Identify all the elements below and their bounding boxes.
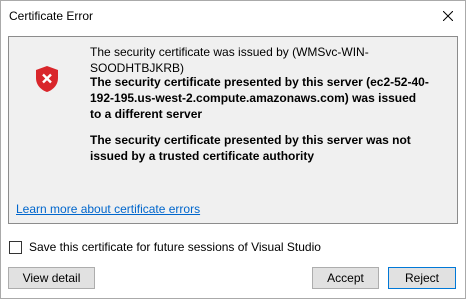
close-icon	[443, 11, 453, 21]
save-certificate-option[interactable]: Save this certificate for future session…	[9, 240, 321, 254]
message-panel: The security certificate was issued by (…	[8, 36, 458, 224]
accept-button[interactable]: Accept	[312, 267, 379, 289]
save-certificate-checkbox[interactable]	[9, 240, 22, 254]
window-title: Certificate Error	[9, 9, 94, 23]
save-certificate-label[interactable]: Save this certificate for future session…	[29, 240, 321, 254]
title-bar: Certificate Error	[1, 1, 465, 31]
view-detail-button[interactable]: View detail	[8, 267, 95, 289]
reject-button[interactable]: Reject	[388, 267, 456, 289]
untrusted-authority-warning: The security certificate presented by th…	[90, 133, 411, 163]
server-mismatch-warning: The security certificate presented by th…	[90, 75, 429, 121]
shield-error-icon	[36, 66, 58, 92]
learn-more-link[interactable]: Learn more about certificate errors	[16, 202, 200, 216]
close-button[interactable]	[439, 7, 457, 25]
certificate-error-dialog: Certificate Error The security certifica…	[0, 0, 466, 299]
issuer-message: The security certificate was issued by (…	[90, 45, 369, 75]
